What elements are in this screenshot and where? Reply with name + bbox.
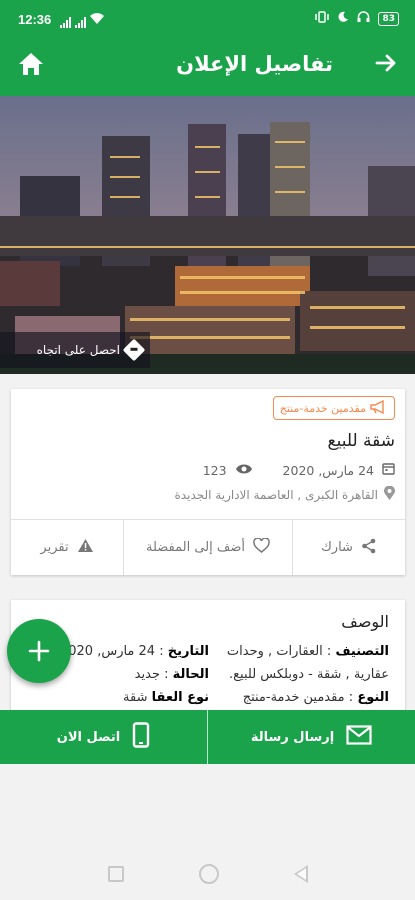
favorite-button[interactable]: أضف إلى المفضلة [123,520,292,575]
ad-type-label: مقدمين خدمة-منتج [279,401,366,415]
location-pin-icon [384,485,395,503]
property-type-value: شقة [123,690,148,705]
date-label: التاريخ [167,644,209,659]
report-button[interactable]: تقرير [11,520,123,575]
directions-button[interactable]: احصل على اتجاه [0,332,150,368]
location-text: القاهرة الكبرى , العاصمة الادارية الجديد… [174,487,378,502]
ad-summary-card: مقدمين خدمة-منتج شقة للبيع 24 مارس, 2020… [11,389,405,575]
signal-icon [75,17,86,28]
category-label: التصنيف [335,644,389,659]
send-message-label: إرسال رسالة [250,729,335,745]
signal-icons [60,13,104,28]
status-right: 83 [315,11,399,26]
vibrate-icon [315,11,330,26]
ad-actions: شارك أضف إلى المفضلة تقرير [11,520,405,575]
wifi-icon [90,13,104,28]
call-now-label: اتصل الان [56,729,121,745]
ad-title: شقة للبيع [327,431,395,451]
favorite-label: أضف إلى المفضلة [146,540,245,555]
property-type-label: نوع العقا [151,690,209,705]
description-left-column: التاريخ : 24 مارس, 2020 الحالة : جديد نو… [60,640,209,709]
type-value: : مقدمين خدمة-منتج [242,690,354,705]
ad-location: القاهرة الكبرى , العاصمة الادارية الجديد… [174,485,395,503]
calendar-icon [382,462,395,478]
megaphone-icon [370,399,386,417]
share-icon [361,538,377,558]
page-title: تفاصيل الإعلان [176,52,333,76]
status-time: 12:36 [18,12,52,27]
home-icon[interactable] [18,52,48,80]
phone-icon [132,722,150,752]
directions-icon [122,338,146,362]
directions-label: احصل على اتجاه [36,343,120,357]
description-title: الوصف [341,612,389,631]
heart-icon [253,537,270,557]
ad-views: 123 [202,462,227,478]
description-right-column: التصنيف : العقارات , وحدات عقارية , شقة … [224,640,389,709]
status-bar: 12:36 83 [0,0,415,38]
ad-type-badge: مقدمين خدمة-منتج [272,396,395,420]
warning-icon [77,538,94,557]
condition-value: : جديد [134,667,169,682]
app-bar: تفاصيل الإعلان [0,38,415,96]
ad-image[interactable]: احصل على اتجاه [0,96,415,374]
ad-meta: 24 مارس, 2020 123 [203,462,395,478]
call-now-button[interactable]: اتصل الان [0,710,208,764]
recents-icon[interactable] [107,866,124,882]
contact-bar: إرسال رسالة اتصل الان [0,710,415,764]
condition-label: الحالة [172,667,209,682]
headset-icon [357,11,370,26]
condition-row: الحالة : جديد [69,663,209,686]
type-row: النوع : مقدمين خدمة-منتج [224,686,389,709]
back-nav-icon[interactable] [293,865,308,883]
property-type-row: نوع العقا شقة [69,686,209,709]
home-nav-icon[interactable] [198,864,219,884]
add-fab-button[interactable] [7,619,71,683]
eye-icon [235,463,253,478]
category-row: التصنيف : العقارات , وحدات عقارية , شقة … [224,640,389,686]
back-arrow-icon[interactable] [375,52,397,80]
share-label: شارك [321,540,353,555]
type-label: النوع [357,690,389,705]
share-button[interactable]: شارك [292,520,405,575]
send-message-button[interactable]: إرسال رسالة [208,710,415,764]
ad-date: 24 مارس, 2020 [282,462,374,478]
date-value: : 24 مارس, 2020 [59,644,164,659]
date-row: التاريخ : 24 مارس, 2020 [60,640,209,663]
moon-icon [337,11,349,26]
report-label: تقرير [40,540,69,555]
signal-icon [60,17,71,28]
system-nav-bar [0,848,415,900]
envelope-icon [346,725,372,749]
battery-icon: 83 [378,11,399,26]
plus-icon [28,631,50,671]
